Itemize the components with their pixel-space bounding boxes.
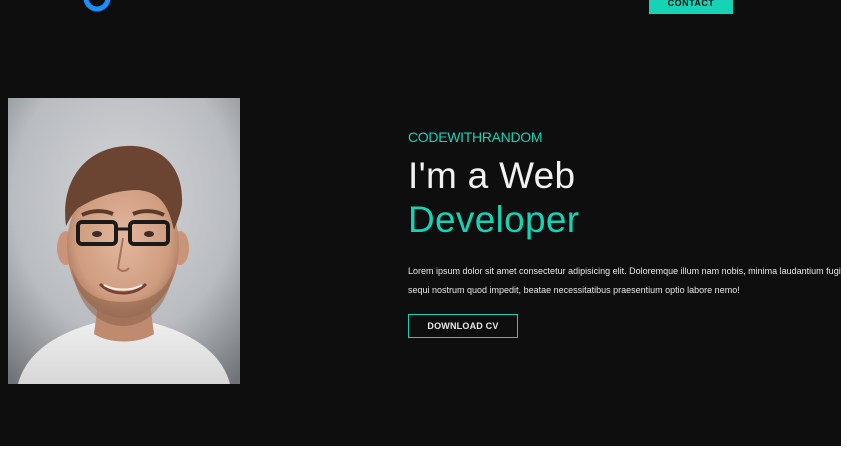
brand-kicker: CODEWITHRANDOM: [408, 129, 543, 145]
download-cv-button[interactable]: DOWNLOAD CV: [408, 314, 518, 338]
logo-icon[interactable]: [82, 0, 112, 16]
profile-photo: [8, 98, 240, 384]
hero-section: CONTACT CODEWITHRANDOM I'm a Web Develop…: [0, 0, 841, 446]
hero-content: CODEWITHRANDOM I'm a Web Developer Lorem…: [408, 128, 841, 338]
contact-button[interactable]: CONTACT: [649, 0, 733, 14]
headline-line-1: I'm a Web: [408, 155, 576, 196]
hero-description: Lorem ipsum dolor sit amet consectetur a…: [408, 266, 841, 295]
headline-line-2: Developer: [408, 199, 580, 240]
